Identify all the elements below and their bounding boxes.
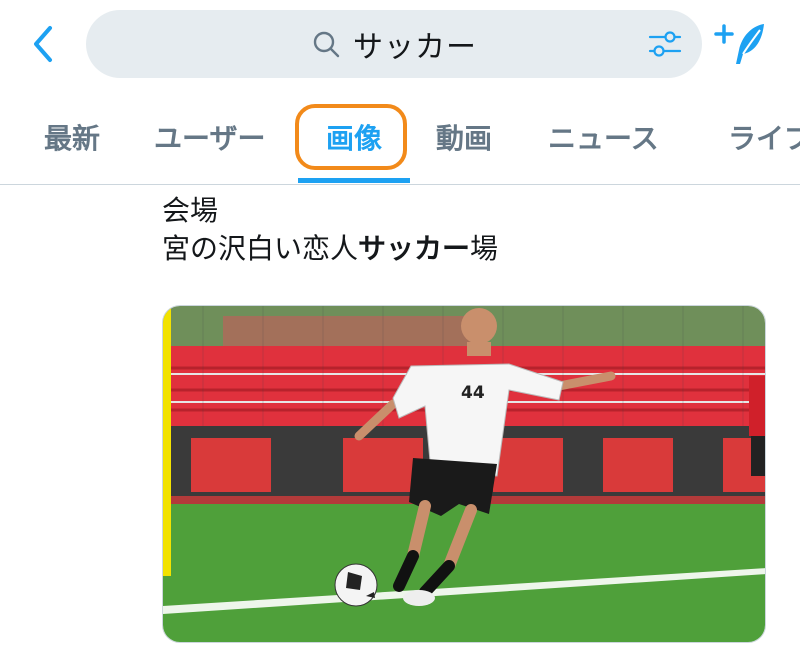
tweet-text-prefix: 宮の沢白い恋人 xyxy=(162,232,359,265)
chevron-left-icon xyxy=(34,26,52,62)
tab-latest[interactable]: 最新 xyxy=(44,114,100,164)
tweet-image[interactable]: 44 xyxy=(162,305,766,643)
top-bar: サッカー xyxy=(0,0,800,90)
tabs-divider xyxy=(0,184,800,185)
tab-images[interactable]: 画像 xyxy=(326,114,382,164)
tweet-text: 会場 宮の沢白い恋人サッカー場 xyxy=(162,192,772,268)
compose-tweet-button[interactable] xyxy=(712,20,772,70)
compose-feather-icon xyxy=(714,24,764,64)
search-filter-button[interactable] xyxy=(648,28,682,60)
tab-users[interactable]: ユーザー xyxy=(154,114,265,164)
tweet-keyword-highlight: サッカー xyxy=(358,232,471,265)
sliders-icon xyxy=(648,31,682,57)
back-button[interactable] xyxy=(24,22,64,66)
search-tabs: 最新 ユーザー 画像 動画 ニュース ライブ xyxy=(0,100,800,186)
search-query-text: サッカー xyxy=(353,30,477,65)
tab-videos[interactable]: 動画 xyxy=(436,114,492,164)
tab-news[interactable]: ニュース xyxy=(548,114,659,164)
active-tab-indicator xyxy=(298,178,410,183)
soccer-photo: 44 xyxy=(163,306,765,642)
tab-live[interactable]: ライブ xyxy=(728,114,800,164)
tweet-line-2: 宮の沢白い恋人サッカー場 xyxy=(162,230,772,268)
tweet-text-suffix: 場 xyxy=(470,232,499,265)
search-field[interactable]: サッカー xyxy=(86,10,702,78)
search-icon xyxy=(313,31,340,58)
jersey-number: 44 xyxy=(461,383,485,403)
tweet-line-1: 会場 xyxy=(162,194,219,227)
